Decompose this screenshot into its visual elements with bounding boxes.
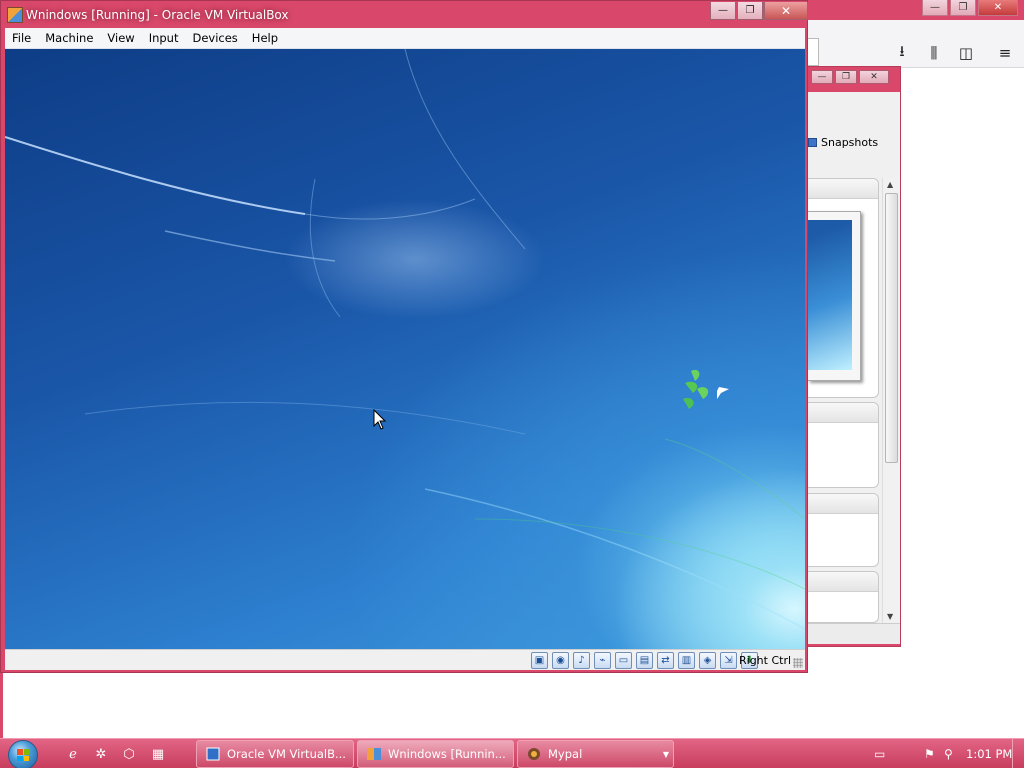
details-panel-3-header[interactable]	[808, 572, 878, 592]
usb-icon[interactable]: ⌁	[594, 652, 611, 669]
virtualbox-window-icon[interactable]	[7, 7, 23, 23]
vm-window-title: Wnindows [Running] - Oracle VM VirtualBo…	[26, 8, 289, 22]
menu-devices[interactable]: Devices	[185, 31, 244, 45]
vm-window: Wnindows [Running] - Oracle VM VirtualBo…	[0, 0, 808, 673]
virtualbox-task-icon	[206, 747, 220, 761]
vm-minimize-button[interactable]: —	[710, 2, 736, 20]
details-panel-3	[808, 571, 879, 623]
manager-caption-buttons: — ❐ ✕	[811, 70, 889, 84]
preview-panel-header[interactable]	[808, 179, 878, 199]
tools-icon[interactable]: ✲	[92, 745, 110, 763]
wallpaper-sprout-icon	[683, 369, 729, 409]
task-label: Oracle VM VirtualB...	[227, 747, 346, 761]
browser-caption-buttons: — ❐ ✕	[922, 0, 1018, 16]
task-vm-window[interactable]: Wnindows [Runnin...	[357, 740, 514, 768]
display-icon[interactable]: ▤	[636, 652, 653, 669]
hard-disk-icon[interactable]: ▣	[531, 652, 548, 669]
menu-file[interactable]: File	[5, 31, 38, 45]
network-icon[interactable]: ⇄	[657, 652, 674, 669]
keyboard-layout-icon[interactable]: ▭	[874, 747, 885, 761]
show-desktop-button[interactable]	[1012, 739, 1024, 768]
audio-icon[interactable]: ♪	[573, 652, 590, 669]
vm-close-button[interactable]: ✕	[764, 2, 808, 20]
desktop-wallpaper-lines	[5, 49, 805, 630]
cpu-icon[interactable]: ◈	[699, 652, 716, 669]
details-panel-2	[808, 493, 879, 567]
taskbar: ℯ ✲ ⬡ ▦ Oracle VM VirtualB... Wnindows […	[0, 738, 1024, 768]
virtualbox-icon[interactable]: ⬡	[120, 745, 138, 763]
sidebar-icon[interactable]: ◫	[955, 42, 977, 64]
vm-menubar: File Machine View Input Devices Help	[5, 28, 805, 49]
details-panel	[808, 402, 879, 488]
download-icon[interactable]: ⭳	[891, 42, 913, 64]
details-panel-header[interactable]	[808, 403, 878, 423]
snapshots-tab[interactable]: Snapshots	[808, 136, 878, 149]
hamburger-menu-icon[interactable]: ≡	[994, 42, 1016, 64]
snapshots-icon	[808, 138, 817, 147]
vm-preview-screen	[808, 220, 852, 370]
details-panel-2-header[interactable]	[808, 494, 878, 514]
task-virtualbox-manager[interactable]: Oracle VM VirtualB...	[196, 740, 354, 768]
guest-desktop-screen[interactable]	[5, 49, 805, 649]
manager-minimize-button[interactable]: —	[811, 70, 833, 84]
snapshots-label: Snapshots	[821, 136, 879, 149]
library-icon[interactable]: ⫼	[923, 42, 945, 64]
status-indicators: ▣ ◉ ♪ ⌁ ▭ ▤ ⇄ ▥ ◈ ⇲ ⬇	[531, 652, 758, 669]
scroll-up-arrow-icon[interactable]: ▲	[887, 180, 893, 189]
menu-machine[interactable]: Machine	[38, 31, 100, 45]
system-clock[interactable]: 1:01 PM	[966, 747, 1012, 761]
optical-drive-icon[interactable]: ◉	[552, 652, 569, 669]
manager-scroll-thumb[interactable]	[885, 193, 898, 463]
menu-input[interactable]: Input	[142, 31, 186, 45]
task-group-arrow-icon[interactable]: ▼	[663, 750, 669, 759]
start-button[interactable]	[8, 740, 38, 768]
scroll-down-arrow-icon[interactable]: ▼	[887, 612, 893, 621]
manager-statusbar	[808, 623, 900, 644]
manager-scrollbar[interactable]: ▲ ▼	[882, 178, 899, 623]
browser-close-button[interactable]: ✕	[978, 0, 1018, 16]
manager-client-area: Snapshots ▲ ▼	[808, 92, 900, 644]
recording-icon[interactable]: ▥	[678, 652, 695, 669]
task-mypal[interactable]: Mypal ▼	[517, 740, 674, 768]
vm-restore-button[interactable]: ❐	[737, 2, 763, 20]
shared-folders-icon[interactable]: ▭	[615, 652, 632, 669]
browser-restore-button[interactable]: ❐	[950, 0, 976, 16]
preview-panel	[808, 178, 879, 398]
virtualbox-manager-window: — ❐ ✕ Snapshots ▲ ▼	[806, 66, 901, 647]
vm-preview	[808, 211, 861, 381]
vm-titlebar[interactable]: Wnindows [Running] - Oracle VM VirtualBo…	[1, 1, 808, 28]
vm-caption-buttons: — ❐ ✕	[710, 2, 808, 20]
browser-minimize-button[interactable]: —	[922, 0, 948, 16]
manager-restore-button[interactable]: ❐	[835, 70, 857, 84]
vm-task-icon	[367, 748, 381, 760]
menu-view[interactable]: View	[100, 31, 141, 45]
task-label: Wnindows [Runnin...	[388, 747, 506, 761]
mypal-task-icon	[528, 748, 540, 760]
internet-explorer-icon[interactable]: ℯ	[64, 745, 82, 763]
mouse-cursor-icon	[373, 409, 387, 430]
windows-logo-icon	[17, 749, 29, 761]
resize-grip[interactable]	[793, 658, 803, 668]
network-tray-icon[interactable]: ⚑	[924, 747, 935, 761]
vm-statusbar: ▣ ◉ ♪ ⌁ ▭ ▤ ⇄ ▥ ◈ ⇲ ⬇ Right Ctrl	[5, 649, 805, 670]
search-icon[interactable]: ⚲	[944, 747, 953, 761]
mouse-integration-icon[interactable]: ⇲	[720, 652, 737, 669]
manager-close-button[interactable]: ✕	[859, 70, 889, 84]
task-label: Mypal	[548, 747, 583, 761]
browser-toolbar: ⭳ ⫼ ◫ ≡	[805, 20, 1024, 68]
host-key-label: Right Ctrl	[739, 654, 792, 667]
windows-explorer-icon[interactable]: ▦	[149, 745, 167, 763]
menu-help[interactable]: Help	[245, 31, 285, 45]
